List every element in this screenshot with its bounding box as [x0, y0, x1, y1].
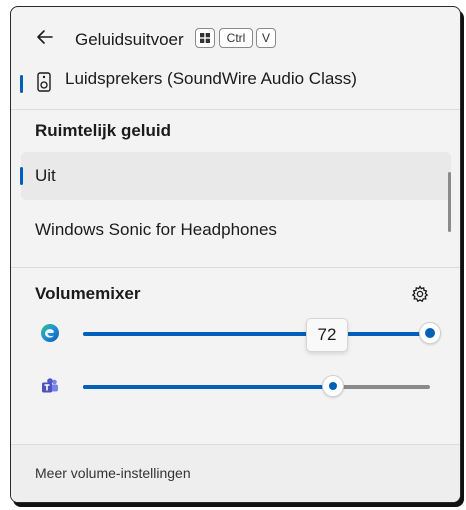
spatial-option-windows-sonic[interactable]: Windows Sonic for Headphones — [21, 206, 451, 254]
divider — [11, 267, 460, 268]
output-device-label: Luidsprekers (SoundWire Audio Class) — [65, 69, 357, 88]
sound-output-flyout: Geluidsuitvoer Ctrl V Luidsprekers (Soun… — [10, 6, 461, 503]
flyout-header: Geluidsuitvoer Ctrl V — [11, 7, 460, 65]
page-title: Geluidsuitvoer — [75, 30, 184, 49]
flyout-footer: Meer volume-instellingen — [11, 444, 460, 502]
spatial-option-off[interactable]: Uit — [20, 152, 451, 200]
gear-icon[interactable] — [411, 285, 429, 303]
selected-indicator — [20, 75, 23, 93]
scrollbar[interactable] — [448, 172, 451, 232]
option-label: Windows Sonic for Headphones — [35, 220, 277, 239]
selected-indicator — [20, 167, 23, 185]
v-key-badge: V — [256, 28, 276, 48]
more-volume-settings-link[interactable]: Meer volume-instellingen — [35, 465, 191, 481]
ctrl-key-badge: Ctrl — [219, 28, 253, 48]
edge-volume-slider[interactable] — [83, 322, 441, 346]
windows-key-icon — [195, 28, 215, 48]
speaker-icon — [37, 72, 51, 92]
edge-icon — [41, 324, 59, 342]
option-label: Uit — [35, 166, 56, 185]
teams-volume-slider[interactable] — [83, 375, 430, 399]
volume-mixer-heading: Volumemixer — [35, 284, 141, 303]
slider-thumb[interactable] — [419, 322, 441, 344]
divider — [11, 109, 460, 110]
slider-thumb[interactable] — [321, 375, 344, 397]
volume-tooltip: 72 — [306, 318, 348, 352]
output-device-item[interactable]: Luidsprekers (SoundWire Audio Class) — [11, 61, 460, 109]
spatial-sound-heading: Ruimtelijk geluid — [35, 121, 172, 140]
slider-fill — [83, 332, 430, 336]
back-arrow-icon[interactable] — [35, 27, 55, 47]
teams-icon — [42, 378, 58, 393]
slider-fill — [83, 385, 333, 389]
